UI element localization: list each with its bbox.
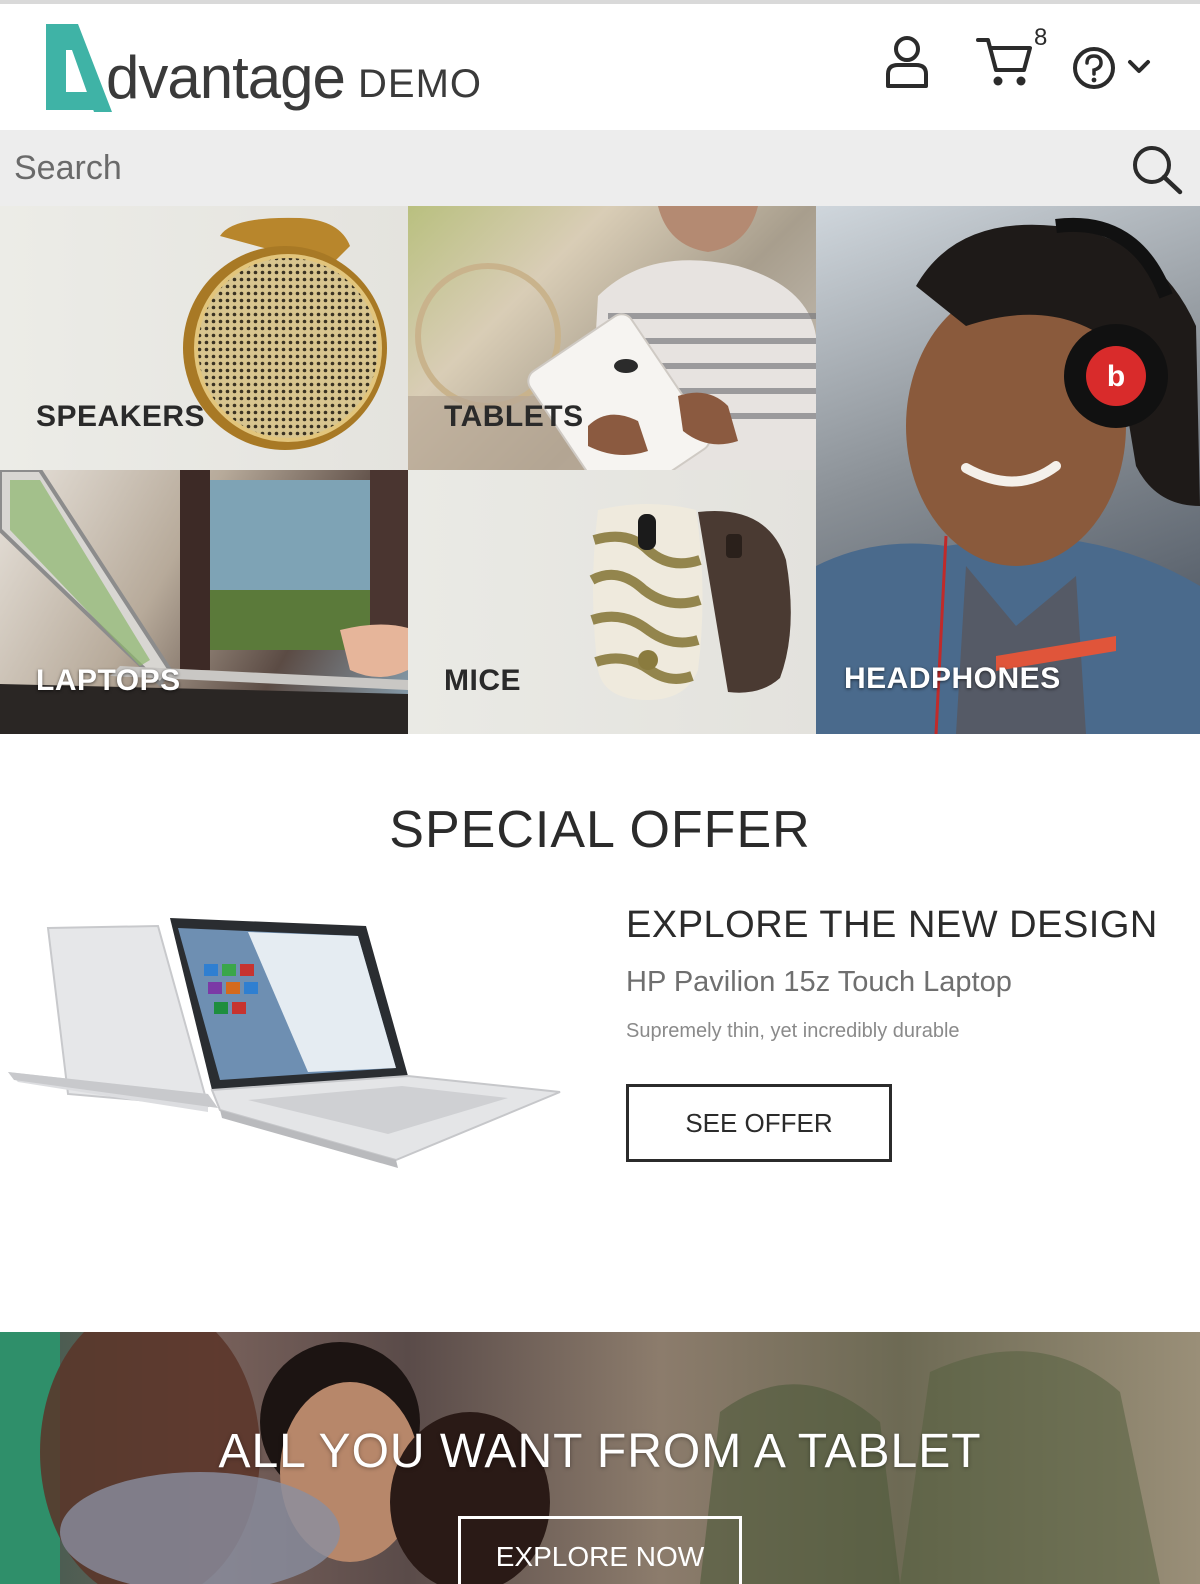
category-label: HEADPHONES — [844, 662, 1061, 695]
cart-count-badge: 8 — [1034, 24, 1048, 51]
category-speakers[interactable]: SPEAKERS — [0, 206, 408, 470]
category-label: MICE — [444, 664, 521, 697]
category-tablets[interactable]: TABLETS — [408, 206, 816, 470]
tablet-banner: ALL YOU WANT FROM A TABLET EXPLORE NOW — [0, 1332, 1200, 1584]
explore-now-button[interactable]: EXPLORE NOW — [458, 1516, 742, 1584]
logo-word: dvantage — [106, 44, 346, 111]
category-label: TABLETS — [444, 400, 584, 433]
app-header: dvantage DEMO 8 — [0, 4, 1200, 130]
category-label: SPEAKERS — [36, 400, 206, 433]
category-laptops[interactable]: LAPTOPS — [0, 470, 408, 734]
chevron-down-icon[interactable] — [1126, 56, 1152, 76]
logo-mark-icon — [46, 24, 112, 112]
logo-demo: DEMO — [358, 62, 482, 106]
logo[interactable]: dvantage DEMO — [44, 18, 484, 114]
category-headphones[interactable]: b HEADPHONES — [816, 206, 1200, 734]
see-offer-button[interactable]: SEE OFFER — [626, 1084, 892, 1162]
cart-icon[interactable] — [976, 34, 1032, 90]
banner-title: ALL YOU WANT FROM A TABLET — [218, 1425, 982, 1478]
search-icon[interactable] — [1130, 144, 1186, 196]
offer-product-name: HP Pavilion 15z Touch Laptop — [626, 966, 1012, 998]
special-offer-title: SPECIAL OFFER — [389, 801, 811, 859]
offer-description: Supremely thin, yet incredibly durable — [626, 1020, 960, 1042]
laptop-product-image — [8, 918, 561, 1168]
help-icon[interactable] — [1072, 46, 1116, 90]
offer-headline: EXPLORE THE NEW DESIGN — [626, 904, 1158, 946]
category-mice[interactable]: MICE — [408, 470, 816, 734]
user-icon[interactable] — [884, 34, 930, 90]
category-label: LAPTOPS — [36, 664, 181, 697]
svg-text:b: b — [1107, 360, 1125, 393]
headphones-person-image: b — [816, 217, 1200, 734]
search-input[interactable] — [14, 144, 1094, 192]
search-bar — [0, 130, 1200, 206]
